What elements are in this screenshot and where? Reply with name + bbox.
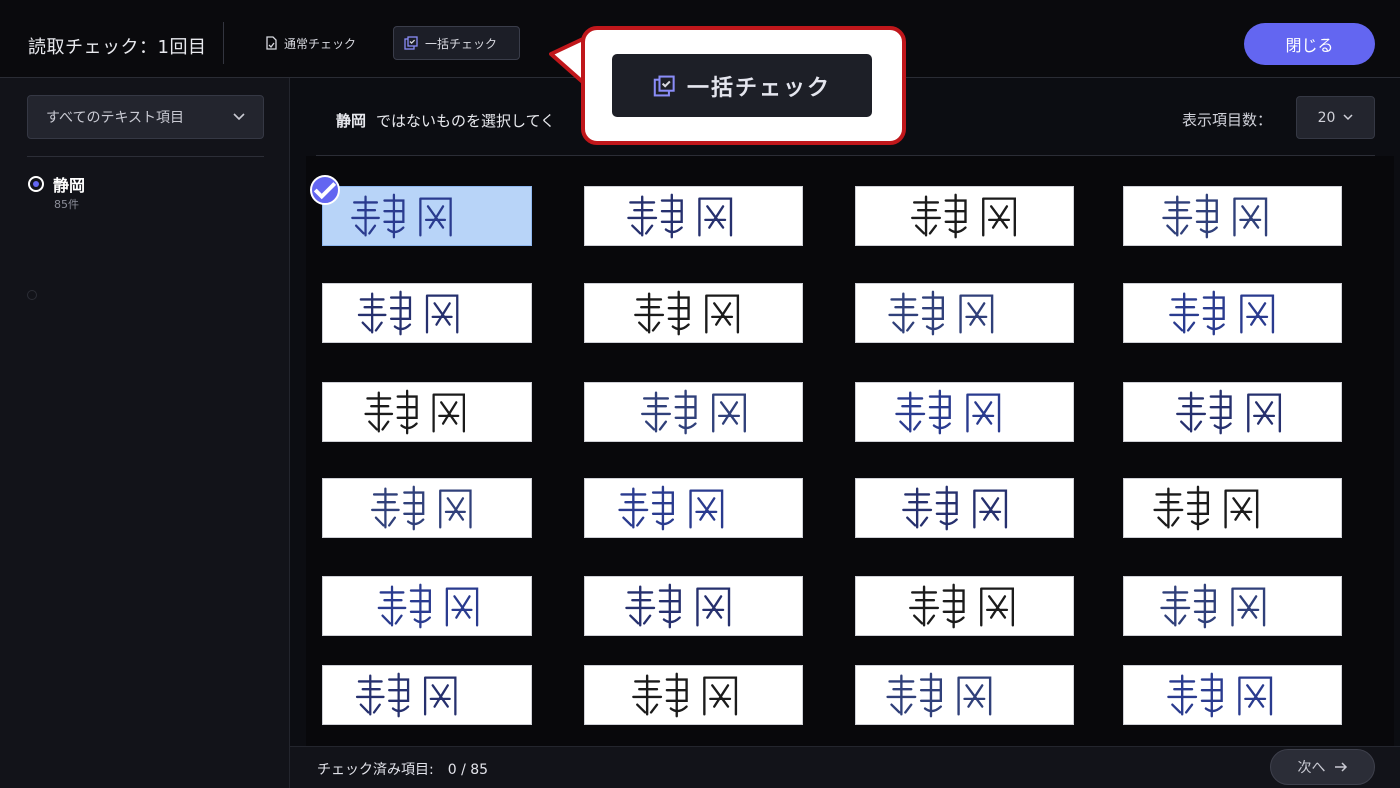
handwriting-sample-cell[interactable] (855, 283, 1074, 343)
chevron-down-icon (1343, 114, 1353, 121)
handwriting-image (1176, 389, 1282, 435)
handwriting-sample-cell[interactable] (584, 478, 803, 538)
handwriting-image (357, 290, 459, 336)
field-name: 静岡 (53, 176, 86, 195)
faded-radio-icon (27, 290, 37, 300)
handwriting-image (625, 583, 731, 629)
handwriting-sample-cell[interactable] (855, 665, 1074, 725)
handwriting-sample-cell[interactable] (310, 175, 532, 246)
handwriting-image (1169, 290, 1275, 336)
handwriting-image (364, 389, 466, 435)
handwriting-image (1167, 672, 1273, 718)
handwriting-image (902, 485, 1008, 531)
callout-box: 一括チェック (581, 26, 906, 145)
checked-progress-value: 0 / 85 (447, 762, 489, 778)
handwriting-sample-cell[interactable] (1123, 186, 1342, 246)
handwriting-sample-cell[interactable] (1123, 478, 1342, 538)
sidebar-divider (27, 156, 264, 157)
handwriting-sample-cell[interactable] (584, 382, 803, 442)
handwriting-sample-cell[interactable] (322, 576, 532, 636)
handwriting-sample-cell[interactable] (1123, 283, 1342, 343)
document-check-icon (266, 36, 277, 50)
handwriting-sample-cell[interactable] (322, 283, 532, 343)
checked-progress-label: チェック済み項目: (317, 762, 434, 778)
sidebar: すべてのテキスト項目 静岡 85件 (0, 78, 290, 788)
callout-batch-check-button: 一括チェック (612, 54, 872, 117)
instruction-body: ではないものを選択してく (376, 112, 556, 130)
handwriting-image (634, 290, 740, 336)
normal-check-tab[interactable]: 通常チェック (254, 26, 366, 60)
close-button[interactable]: 閉じる (1244, 23, 1375, 65)
handwriting-image-grid (306, 156, 1394, 746)
handwriting-image (371, 485, 472, 531)
batch-check-label: 一括チェック (425, 36, 498, 51)
handwriting-image (911, 193, 1016, 239)
checked-progress: チェック済み項目: 0 / 85 (317, 759, 488, 779)
filter-select-label: すべてのテキスト項目 (46, 110, 185, 126)
handwriting-image (886, 672, 992, 718)
arrow-right-icon (1334, 762, 1347, 772)
instruction-target: 静岡 (336, 112, 367, 130)
handwriting-sample-cell[interactable] (322, 665, 532, 725)
batch-check-icon (404, 36, 418, 50)
handwriting-sample-cell[interactable] (322, 478, 532, 538)
handwriting-image (377, 583, 479, 629)
handwriting-image (351, 193, 452, 239)
handwriting-sample-cell[interactable] (584, 576, 803, 636)
display-count-label: 表示項目数： (1182, 111, 1273, 129)
field-count: 85件 (54, 198, 79, 211)
handwriting-image (641, 389, 746, 435)
footer-bar: チェック済み項目: 0 / 85 次へ (290, 746, 1400, 788)
normal-check-label: 通常チェック (284, 36, 357, 51)
display-count-select[interactable]: 20 (1296, 96, 1375, 139)
next-button-label: 次へ (1297, 760, 1326, 776)
handwriting-image (618, 485, 724, 531)
handwriting-sample-cell[interactable] (584, 186, 803, 246)
handwriting-sample-cell[interactable] (1123, 665, 1342, 725)
main-panel: 静岡 ではないものを選択してく 表示項目数： 20 チェック済み項目: 0 / 85… (290, 78, 1400, 788)
handwriting-image (627, 193, 733, 239)
handwriting-sample-cell[interactable] (584, 665, 803, 725)
handwriting-image (355, 672, 457, 718)
instruction-text: 静岡 ではないものを選択してく (336, 110, 555, 131)
handwriting-sample-cell[interactable] (1123, 382, 1342, 442)
handwriting-sample-cell[interactable] (1123, 576, 1342, 636)
page-title: 読取チェック：1回目 (28, 37, 207, 58)
handwriting-sample-cell[interactable] (855, 478, 1074, 538)
handwriting-image (632, 672, 738, 718)
header-divider (223, 22, 224, 64)
selected-check-icon (310, 175, 340, 205)
handwriting-sample-cell[interactable] (584, 283, 803, 343)
field-radio-selected[interactable] (28, 176, 44, 192)
handwriting-image (909, 583, 1015, 629)
text-item-filter-select[interactable]: すべてのテキスト項目 (27, 95, 264, 139)
display-count-value: 20 (1317, 109, 1336, 126)
callout-label: 一括チェック (686, 75, 831, 101)
next-button[interactable]: 次へ (1270, 749, 1375, 785)
handwriting-image (1153, 485, 1259, 531)
chevron-down-icon (233, 113, 245, 121)
handwriting-sample-cell[interactable] (855, 186, 1074, 246)
batch-check-tab[interactable]: 一括チェック (393, 26, 520, 60)
handwriting-sample-cell[interactable] (855, 576, 1074, 636)
handwriting-image (895, 389, 1001, 435)
handwriting-image (888, 290, 994, 336)
handwriting-sample-cell[interactable] (855, 382, 1074, 442)
handwriting-image (1160, 583, 1266, 629)
handwriting-sample-cell[interactable] (322, 382, 532, 442)
handwriting-image (1162, 193, 1268, 239)
batch-check-icon (653, 75, 675, 96)
